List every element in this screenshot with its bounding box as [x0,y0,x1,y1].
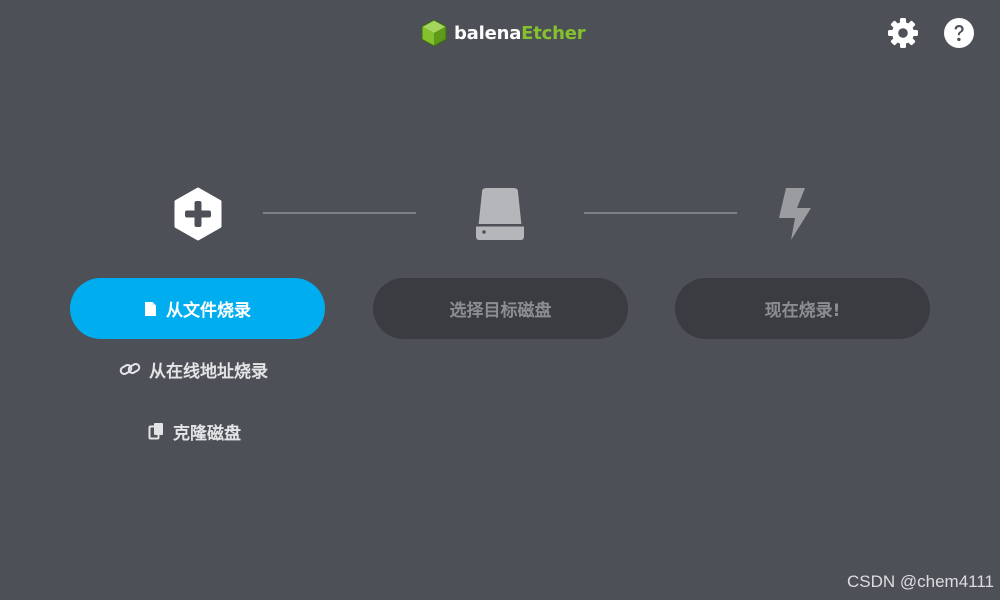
flash-from-url-label: 从在线地址烧录 [149,361,268,382]
plus-hexagon-icon [174,187,222,241]
settings-button[interactable] [887,17,919,49]
step-connector [263,212,416,214]
file-icon [145,301,156,316]
clone-drive-label: 克隆磁盘 [173,423,241,444]
flash-from-url-link[interactable]: 从在线地址烧录 [119,356,268,382]
step-flash-icon [767,186,823,242]
step-select-drive-icon [472,186,528,242]
brand-name: balena [454,22,522,44]
balena-cube-icon [421,19,447,47]
drive-icon [476,188,524,240]
help-button[interactable] [943,17,975,49]
flash-from-file-button[interactable]: 从文件烧录 [70,278,325,339]
flash-from-file-label: 从文件烧录 [166,301,251,321]
clone-drive-link[interactable]: 克隆磁盘 [148,418,241,444]
gear-icon [888,18,918,48]
product-name: Etcher [521,22,586,44]
app-name: balenaEtcher [454,22,586,44]
step-connector [584,212,737,214]
select-target-button[interactable]: 选择目标磁盘 [373,278,628,339]
question-circle-icon [944,18,974,48]
select-target-label: 选择目标磁盘 [449,301,552,321]
copy-icon [148,423,163,440]
flash-label: 现在烧录! [764,301,841,321]
link-icon [119,363,141,375]
step-select-image-icon [170,186,226,242]
app-logo: balenaEtcher [421,18,586,48]
watermark-text: CSDN @chem4111 [846,572,994,591]
flash-button[interactable]: 现在烧录! [675,278,930,339]
lightning-icon [779,188,811,240]
